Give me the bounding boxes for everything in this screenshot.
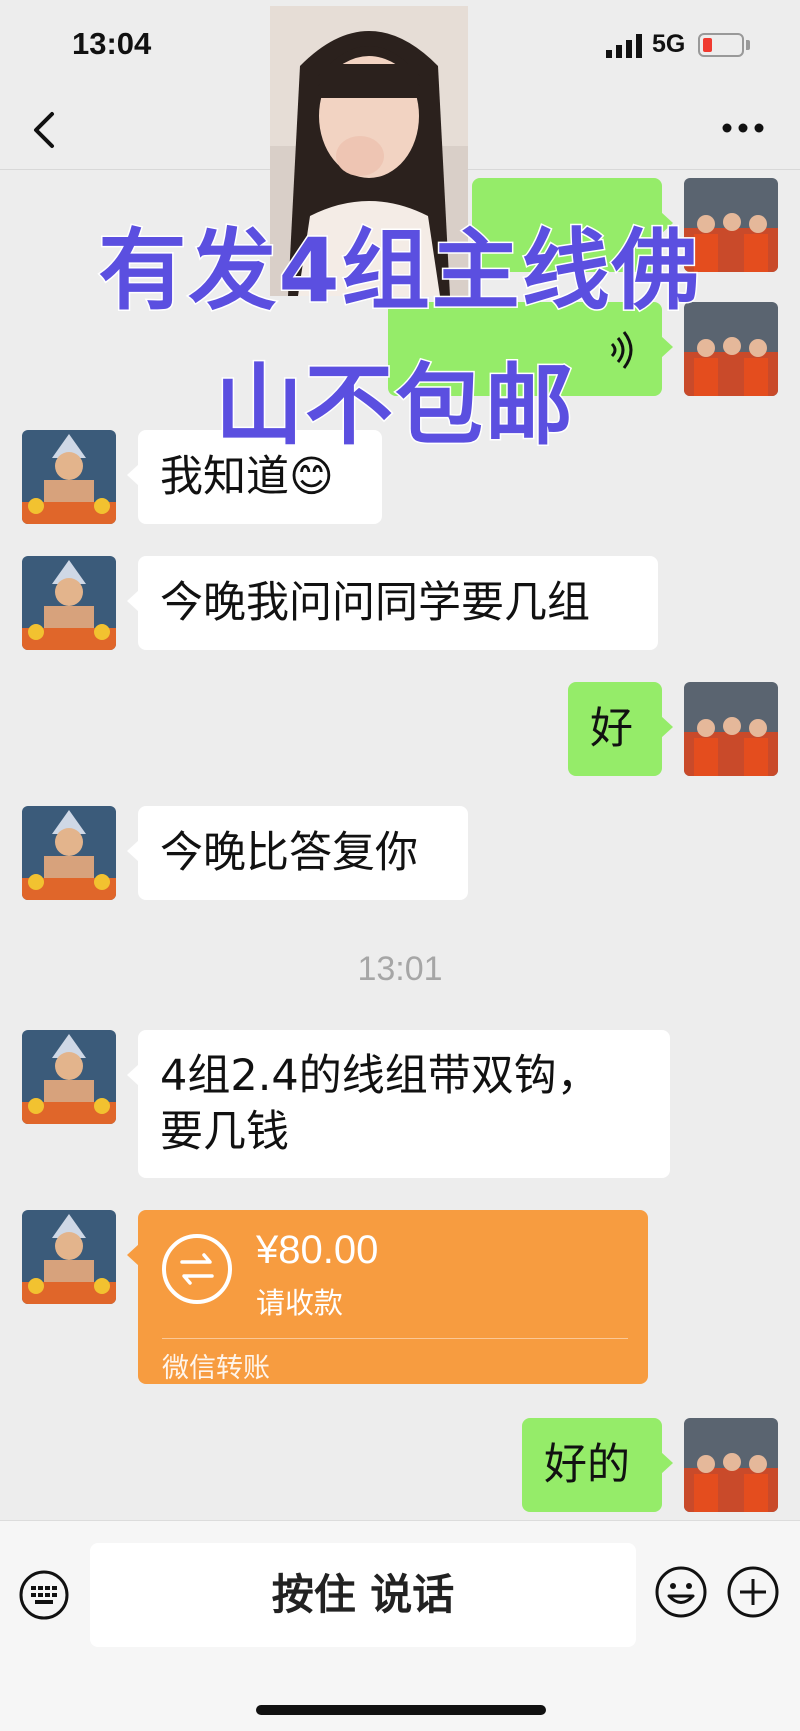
contact-avatar[interactable]	[22, 806, 116, 900]
message-bubble-out[interactable]: 好的	[522, 1418, 673, 1512]
hold-to-talk-button[interactable]: 按住 说话	[90, 1543, 636, 1647]
watermark-line-1: 有发4组主线佛	[97, 218, 702, 324]
network-type: 5G	[652, 30, 686, 58]
input-bar: 按住 说话	[0, 1520, 800, 1731]
message-text: 今晚比答复你	[160, 828, 418, 878]
transfer-card[interactable]: ¥80.00 请收款 微信转账	[127, 1210, 648, 1384]
battery-icon	[698, 33, 744, 57]
signal-icon	[606, 34, 642, 58]
contact-avatar[interactable]	[22, 1210, 116, 1304]
message-bubble-in[interactable]: 今晚比答复你	[127, 806, 468, 900]
time-divider: 13:01	[357, 950, 443, 988]
emoji-icon[interactable]	[654, 1565, 708, 1619]
transfer-divider	[162, 1338, 628, 1339]
battery-cap	[746, 40, 750, 50]
contact-avatar[interactable]	[22, 556, 116, 650]
message-bubble-in[interactable]: 4组2.4的线组带双钩， 要几钱	[127, 1030, 670, 1178]
back-icon[interactable]	[26, 106, 66, 154]
transfer-label: 微信转账	[162, 1353, 270, 1384]
message-text: 好	[590, 704, 633, 754]
message-text: 今晚我问问同学要几组	[160, 578, 590, 628]
self-avatar[interactable]	[684, 1418, 778, 1512]
more-icon[interactable]	[720, 116, 766, 140]
transfer-amount: ¥80.00	[256, 1228, 379, 1272]
plus-icon[interactable]	[726, 1565, 780, 1619]
transfer-icon	[162, 1234, 232, 1304]
home-indicator	[256, 1705, 546, 1715]
message-bubble-out[interactable]: 好	[568, 682, 673, 776]
message-bubble-in[interactable]: 今晚我问问同学要几组	[127, 556, 658, 650]
keyboard-icon[interactable]	[18, 1569, 70, 1621]
message-text: 好的	[544, 1440, 630, 1490]
message-text-line-2: 要几钱	[160, 1107, 289, 1157]
watermark-line-2: 山不包邮	[213, 353, 575, 459]
status-time: 13:04	[72, 26, 152, 61]
transfer-note: 请收款	[256, 1286, 344, 1320]
self-avatar[interactable]	[684, 682, 778, 776]
message-text-line-1: 4组2.4的线组带双钩，	[160, 1051, 600, 1101]
contact-avatar[interactable]	[22, 1030, 116, 1124]
